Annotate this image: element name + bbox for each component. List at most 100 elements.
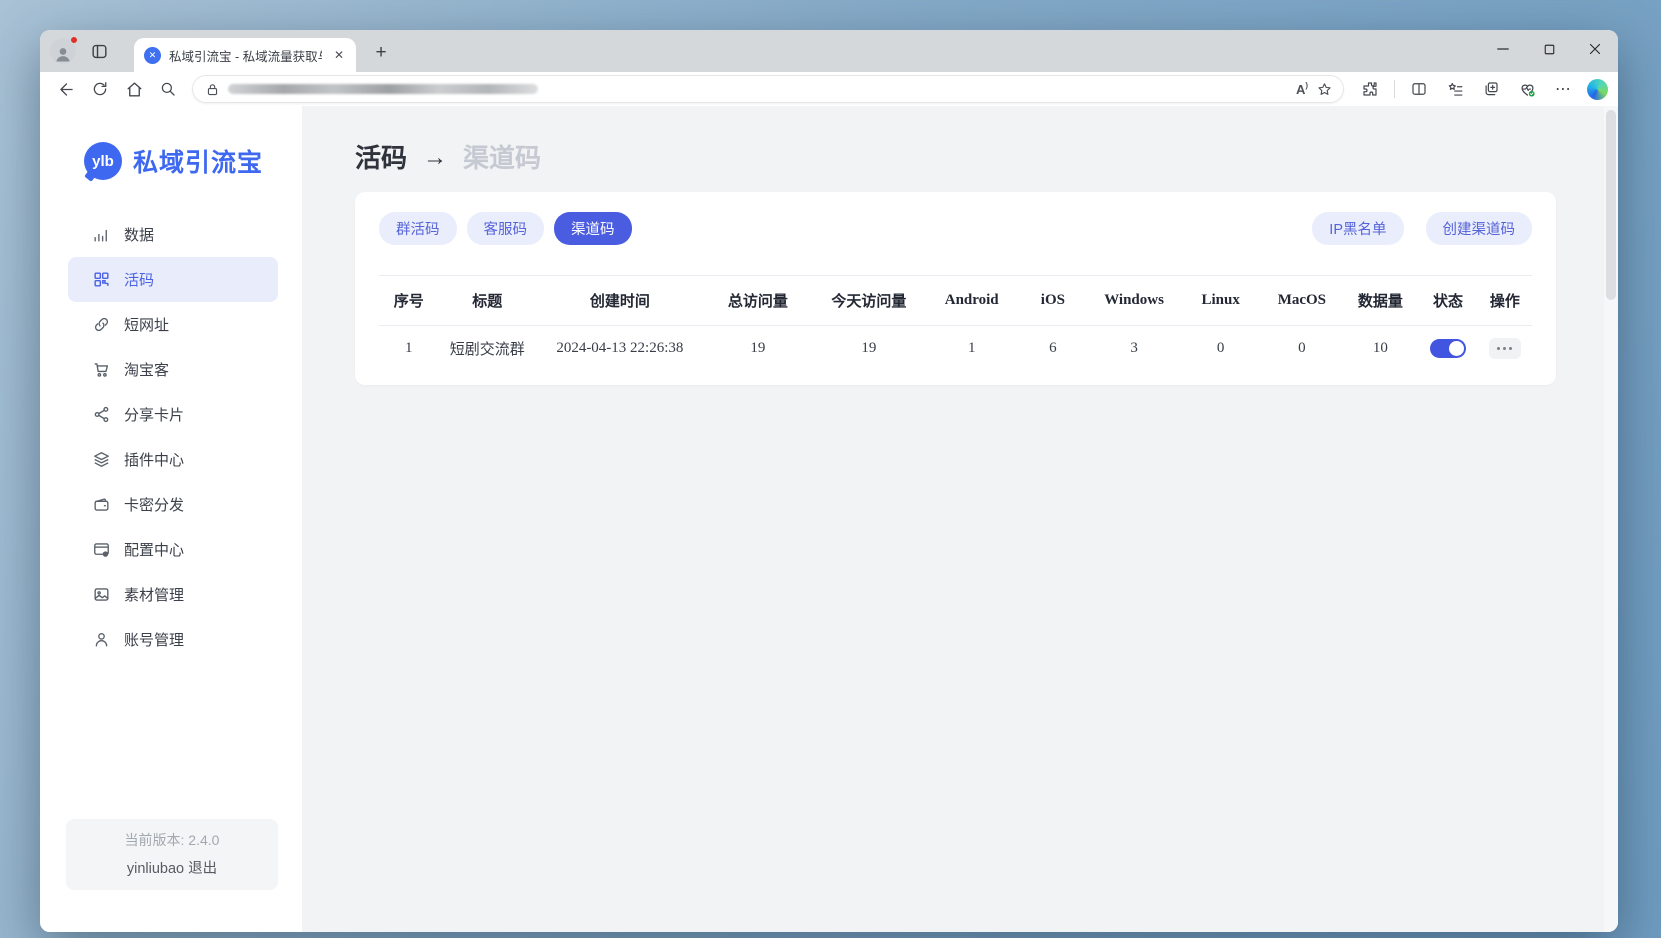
tab-service-code[interactable]: 客服码 [467,212,545,245]
read-aloud-icon[interactable]: A) [1296,82,1308,97]
browser-essentials-icon[interactable] [1511,75,1543,103]
col-header-android: Android [926,276,1018,326]
browser-toolbar: A) ⋯ [40,72,1618,106]
close-button[interactable] [1572,30,1618,68]
more-menu-icon[interactable]: ⋯ [1547,75,1579,103]
sidebar-item-config-center[interactable]: 配置中心 [68,527,278,572]
user-icon [92,630,111,649]
col-header-actions: 操作 [1478,276,1532,326]
browser-tab-strip: ✕ 私域引流宝 - 私域流量获取与维护 ✕ + [40,30,1618,72]
sidebar-item-live-code[interactable]: 活码 [68,257,278,302]
sidebar-item-label: 分享卡片 [124,404,184,425]
maximize-button[interactable] [1526,30,1572,68]
sidebar-item-label: 配置中心 [124,539,184,560]
refresh-icon[interactable] [84,75,116,103]
layers-icon [92,450,111,469]
sidebar-nav: 数据 活码 短网址 淘宝客 分享卡片 [40,212,302,662]
search-icon[interactable] [152,75,184,103]
tab-close-icon[interactable]: ✕ [330,46,348,64]
favorite-star-icon[interactable] [1316,81,1333,98]
collections-icon[interactable] [1475,75,1507,103]
link-icon [92,315,111,334]
main-panel: 活码 → 渠道码 群活码 客服码 渠道码 IP黑名单 创建渠道码 [302,106,1618,932]
cell-ios: 6 [1018,326,1088,372]
lock-icon [205,82,220,97]
scrollbar-thumb[interactable] [1606,110,1616,300]
share-icon [92,405,111,424]
sidebar-item-label: 淘宝客 [124,359,169,380]
sidebar-item-label: 活码 [124,269,154,290]
col-header-total-visits: 总访问量 [704,276,812,326]
breadcrumb-arrow-icon: → [423,140,447,176]
cell-total-visits: 19 [704,326,812,372]
minimize-button[interactable] [1480,30,1526,68]
cell-created: 2024-04-13 22:26:38 [536,326,704,372]
cell-android: 1 [926,326,1018,372]
wallet-icon [92,495,111,514]
cell-linux: 0 [1180,326,1261,372]
breadcrumb: 活码 → 渠道码 [355,140,1556,176]
sidebar-item-share-card[interactable]: 分享卡片 [68,392,278,437]
toolbar-divider [1394,80,1395,98]
col-header-index: 序号 [379,276,439,326]
sidebar-item-short-url[interactable]: 短网址 [68,302,278,347]
version-label: 当前版本: 2.4.0 [66,830,278,850]
sidebar-item-account-management[interactable]: 账号管理 [68,617,278,662]
tab-channel-code[interactable]: 渠道码 [554,212,632,245]
address-bar[interactable]: A) [192,75,1344,103]
cart-icon [92,360,111,379]
col-header-macos: MacOS [1261,276,1342,326]
breadcrumb-current[interactable]: 活码 [355,140,407,176]
ip-blacklist-button[interactable]: IP黑名单 [1312,212,1403,245]
copilot-icon[interactable] [1587,79,1608,100]
split-screen-icon[interactable] [1403,75,1435,103]
notification-dot-icon [70,36,78,44]
home-icon[interactable] [118,75,150,103]
settings-window-icon [92,540,111,559]
back-icon[interactable] [50,75,82,103]
page-scrollbar[interactable] [1604,106,1618,932]
profile-avatar[interactable] [50,38,76,64]
new-tab-button[interactable]: + [368,40,394,66]
browser-window: ✕ 私域引流宝 - 私域流量获取与维护 ✕ + [40,30,1618,932]
extensions-icon[interactable] [1354,75,1386,103]
qr-grid-icon [92,270,111,289]
sidebar-item-material-management[interactable]: 素材管理 [68,572,278,617]
page-content: ylb 私域引流宝 数据 活码 短网址 淘宝客 [40,106,1618,932]
channel-code-card: 群活码 客服码 渠道码 IP黑名单 创建渠道码 [355,192,1556,385]
cell-windows: 3 [1088,326,1180,372]
sidebar-item-label: 数据 [124,224,154,245]
sidebar-item-taobao[interactable]: 淘宝客 [68,347,278,392]
col-header-ios: iOS [1018,276,1088,326]
create-channel-code-button[interactable]: 创建渠道码 [1426,212,1533,245]
sidebar-item-card-distribution[interactable]: 卡密分发 [68,482,278,527]
col-header-today-visits: 今天访问量 [812,276,926,326]
account-logout[interactable]: yinliubao 退出 [66,857,278,878]
table-row: 1 短剧交流群 2024-04-13 22:26:38 19 19 1 6 3 … [379,326,1532,372]
favorites-list-icon[interactable] [1439,75,1471,103]
app-logo: ylb 私域引流宝 [84,142,302,180]
image-icon [92,585,111,604]
window-controls [1480,30,1618,68]
tab-group-live-code[interactable]: 群活码 [379,212,457,245]
status-toggle[interactable] [1430,339,1466,358]
tab-actions-icon[interactable] [84,36,114,66]
tab-title: 私域引流宝 - 私域流量获取与维护 [169,46,322,65]
sidebar-item-data[interactable]: 数据 [68,212,278,257]
channel-code-table: 序号 标题 创建时间 总访问量 今天访问量 Android iOS Window… [379,275,1532,371]
col-header-status: 状态 [1418,276,1478,326]
sidebar-item-label: 短网址 [124,314,169,335]
cell-index: 1 [379,326,439,372]
sidebar-item-plugin-center[interactable]: 插件中心 [68,437,278,482]
cell-macos: 0 [1261,326,1342,372]
site-favicon-icon: ✕ [144,47,161,64]
sidebar: ylb 私域引流宝 数据 活码 短网址 淘宝客 [40,106,302,932]
col-header-windows: Windows [1088,276,1180,326]
browser-tab[interactable]: ✕ 私域引流宝 - 私域流量获取与维护 ✕ [134,38,356,72]
version-box: 当前版本: 2.4.0 yinliubao 退出 [66,819,278,890]
row-actions-button[interactable] [1489,338,1521,359]
col-header-data-count: 数据量 [1342,276,1418,326]
table-header-row: 序号 标题 创建时间 总访问量 今天访问量 Android iOS Window… [379,276,1532,326]
desktop: { "browser": { "tab_title": "私域引流宝 - 私域流… [0,0,1661,938]
card-toolbar: 群活码 客服码 渠道码 IP黑名单 创建渠道码 [379,212,1532,245]
